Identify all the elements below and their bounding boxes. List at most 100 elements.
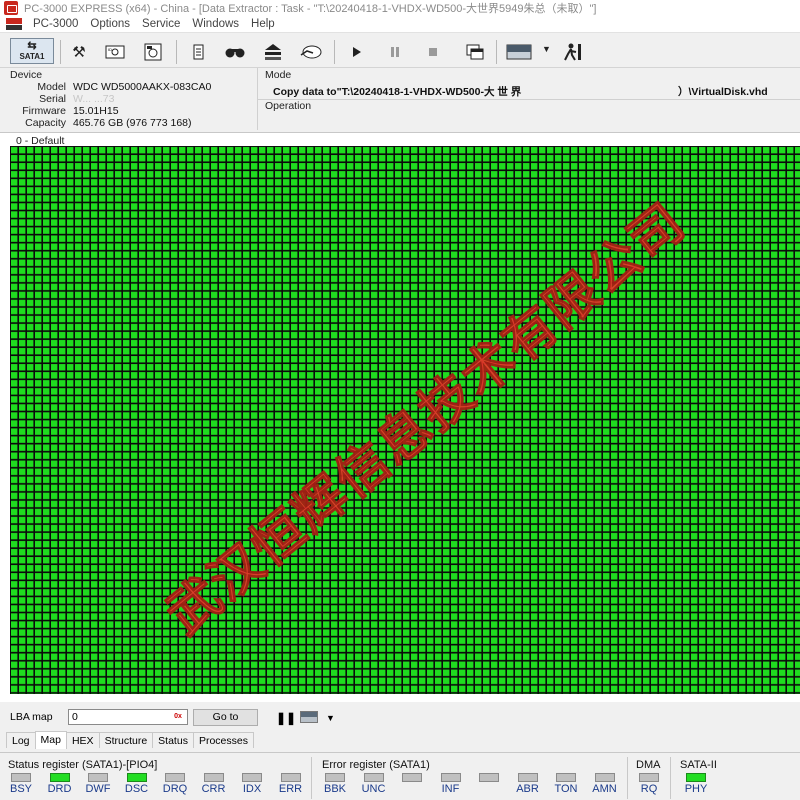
- status-led-label: DRD: [47, 783, 72, 795]
- menu-windows[interactable]: Windows: [186, 18, 245, 30]
- app-icon: [4, 1, 18, 15]
- error-led-ton: [556, 773, 576, 782]
- device-firmware-row: Firmware 15.01H15: [0, 105, 255, 117]
- hand-drive-icon[interactable]: [296, 38, 326, 66]
- register-separator: [311, 757, 312, 799]
- registers-panel: Status register (SATA1)-[PIO4] Error reg…: [0, 752, 800, 800]
- play-icon[interactable]: [342, 38, 372, 66]
- error-led-label: ABR: [516, 783, 539, 795]
- status-led-label: DSC: [124, 783, 149, 795]
- device-model-row: Model WDC WD5000AAKX-083CA0: [0, 81, 255, 93]
- error-led-label: BBK: [323, 783, 346, 795]
- status-led-drq: [165, 773, 185, 782]
- device-firmware-label: Firmware: [22, 105, 66, 117]
- tab-log[interactable]: Log: [6, 732, 36, 748]
- sata-led-phy: [686, 773, 706, 782]
- menu-options[interactable]: Options: [84, 18, 136, 30]
- map-pause-icon[interactable]: ❚❚: [276, 711, 296, 725]
- title-bar: PC-3000 EXPRESS (x64) - China - [Data Ex…: [0, 0, 800, 16]
- menu-pc3000[interactable]: PC-3000: [27, 18, 84, 30]
- sata-led-label: PHY: [684, 783, 708, 795]
- mode-divider: [258, 99, 800, 100]
- status-led-crr: [203, 773, 224, 782]
- error-led-amn: [594, 773, 615, 782]
- task-icon[interactable]: [184, 38, 214, 66]
- dma-led-label: RQ: [640, 783, 658, 795]
- device-model-label: Model: [37, 81, 66, 93]
- error-led-inf: [440, 773, 461, 782]
- copy-windows-icon[interactable]: [460, 38, 490, 66]
- device-model-value: WDC WD5000AAKX-083CA0: [73, 81, 212, 93]
- error-led-unnamed-2: [402, 773, 422, 782]
- error-led-label: UNC: [361, 783, 386, 795]
- status-led-label: CRR: [201, 783, 226, 795]
- status-led-label: IDX: [242, 783, 262, 795]
- device-firmware-value: 15.01H15: [73, 105, 119, 117]
- tab-hex[interactable]: HEX: [65, 732, 100, 748]
- device-capacity-value: 465.76 GB (976 773 168): [73, 117, 192, 129]
- search-icon[interactable]: [220, 38, 250, 66]
- app-window: PC-3000 EXPRESS (x64) - China - [Data Ex…: [0, 0, 800, 800]
- menu-service[interactable]: Service: [136, 18, 186, 30]
- operation-header: Operation: [265, 100, 312, 112]
- lba-map-row: LBA map 0 0x Go to ❚❚ ▼: [0, 706, 800, 728]
- menu-bar: PC-3000 Options Service Windows Help: [0, 16, 800, 33]
- goto-button[interactable]: Go to: [193, 709, 258, 726]
- error-led-bbk: [325, 773, 345, 782]
- tab-map[interactable]: Map: [34, 731, 67, 749]
- tab-processes[interactable]: Processes: [192, 732, 254, 748]
- toolbar-separator: [176, 40, 177, 64]
- status-led-err: [280, 773, 301, 782]
- error-led-label: AMN: [592, 783, 617, 795]
- error-led-abr: [517, 773, 538, 782]
- pause-icon[interactable]: [380, 38, 410, 66]
- status-led-idx: [242, 773, 262, 782]
- device-serial-value: W... ...73: [73, 93, 115, 105]
- hex-badge-icon[interactable]: 0x: [170, 710, 186, 724]
- svg-text:ID: ID: [108, 47, 112, 52]
- status-led-label: BSY: [9, 783, 32, 795]
- error-led-unc: [363, 773, 384, 782]
- error-led-label: INF: [441, 783, 460, 795]
- exit-icon[interactable]: [558, 38, 588, 66]
- error-led-unnamed-4: [479, 773, 499, 782]
- sata-port-icon: ⇆: [27, 40, 37, 52]
- toolbar-separator: [496, 40, 497, 64]
- status-led-label: ERR: [278, 783, 303, 795]
- device-capacity-row: Capacity 465.76 GB (976 773 168): [0, 117, 255, 129]
- sata-port-button[interactable]: ⇆ SATA1: [10, 38, 54, 64]
- map-view-icon[interactable]: [300, 711, 318, 723]
- drive-settings-icon[interactable]: [138, 38, 168, 66]
- device-serial-row: Serial W... ...73: [0, 93, 255, 105]
- status-led-dwf: [88, 773, 108, 782]
- menu-help[interactable]: Help: [245, 18, 281, 30]
- status-led-bsy: [11, 773, 31, 782]
- drive-id-icon[interactable]: ID: [100, 38, 130, 66]
- dma-led-rq: [639, 773, 659, 782]
- status-register-title: Status register (SATA1)-[PIO4]: [8, 759, 158, 771]
- toolbar-separator: [334, 40, 335, 64]
- tab-structure[interactable]: Structure: [98, 732, 154, 748]
- tools-icon[interactable]: ⚒: [64, 38, 94, 66]
- stop-icon[interactable]: [418, 38, 448, 66]
- status-led-label: DRQ: [162, 783, 188, 795]
- register-separator: [627, 757, 628, 799]
- error-led-label: TON: [554, 783, 578, 795]
- sata-register-title: SATA-II: [680, 759, 717, 771]
- mode-file-name: ）\VirtualDisk.vhd: [678, 86, 768, 98]
- dma-register-title: DMA: [636, 759, 661, 771]
- view-mode-icon[interactable]: [504, 38, 534, 66]
- disk-stack-icon[interactable]: [258, 38, 288, 66]
- device-header: Device: [10, 69, 43, 81]
- chevron-down-icon[interactable]: ▼: [326, 713, 335, 723]
- status-led-label: DWF: [85, 783, 111, 795]
- toolbar: ⇆ SATA1 ⚒ ID ▼: [0, 34, 800, 68]
- register-separator: [670, 757, 671, 799]
- device-serial-label: Serial: [39, 93, 66, 105]
- pc3000-menu-icon[interactable]: [6, 18, 22, 30]
- status-led-dsc: [126, 773, 147, 782]
- chevron-down-icon[interactable]: ▼: [542, 44, 551, 54]
- mode-text: Copy data to"T:\20240418-1-VHDX-WD500-大 …: [273, 86, 522, 98]
- toolbar-separator: [60, 40, 61, 64]
- tab-status[interactable]: Status: [152, 732, 194, 748]
